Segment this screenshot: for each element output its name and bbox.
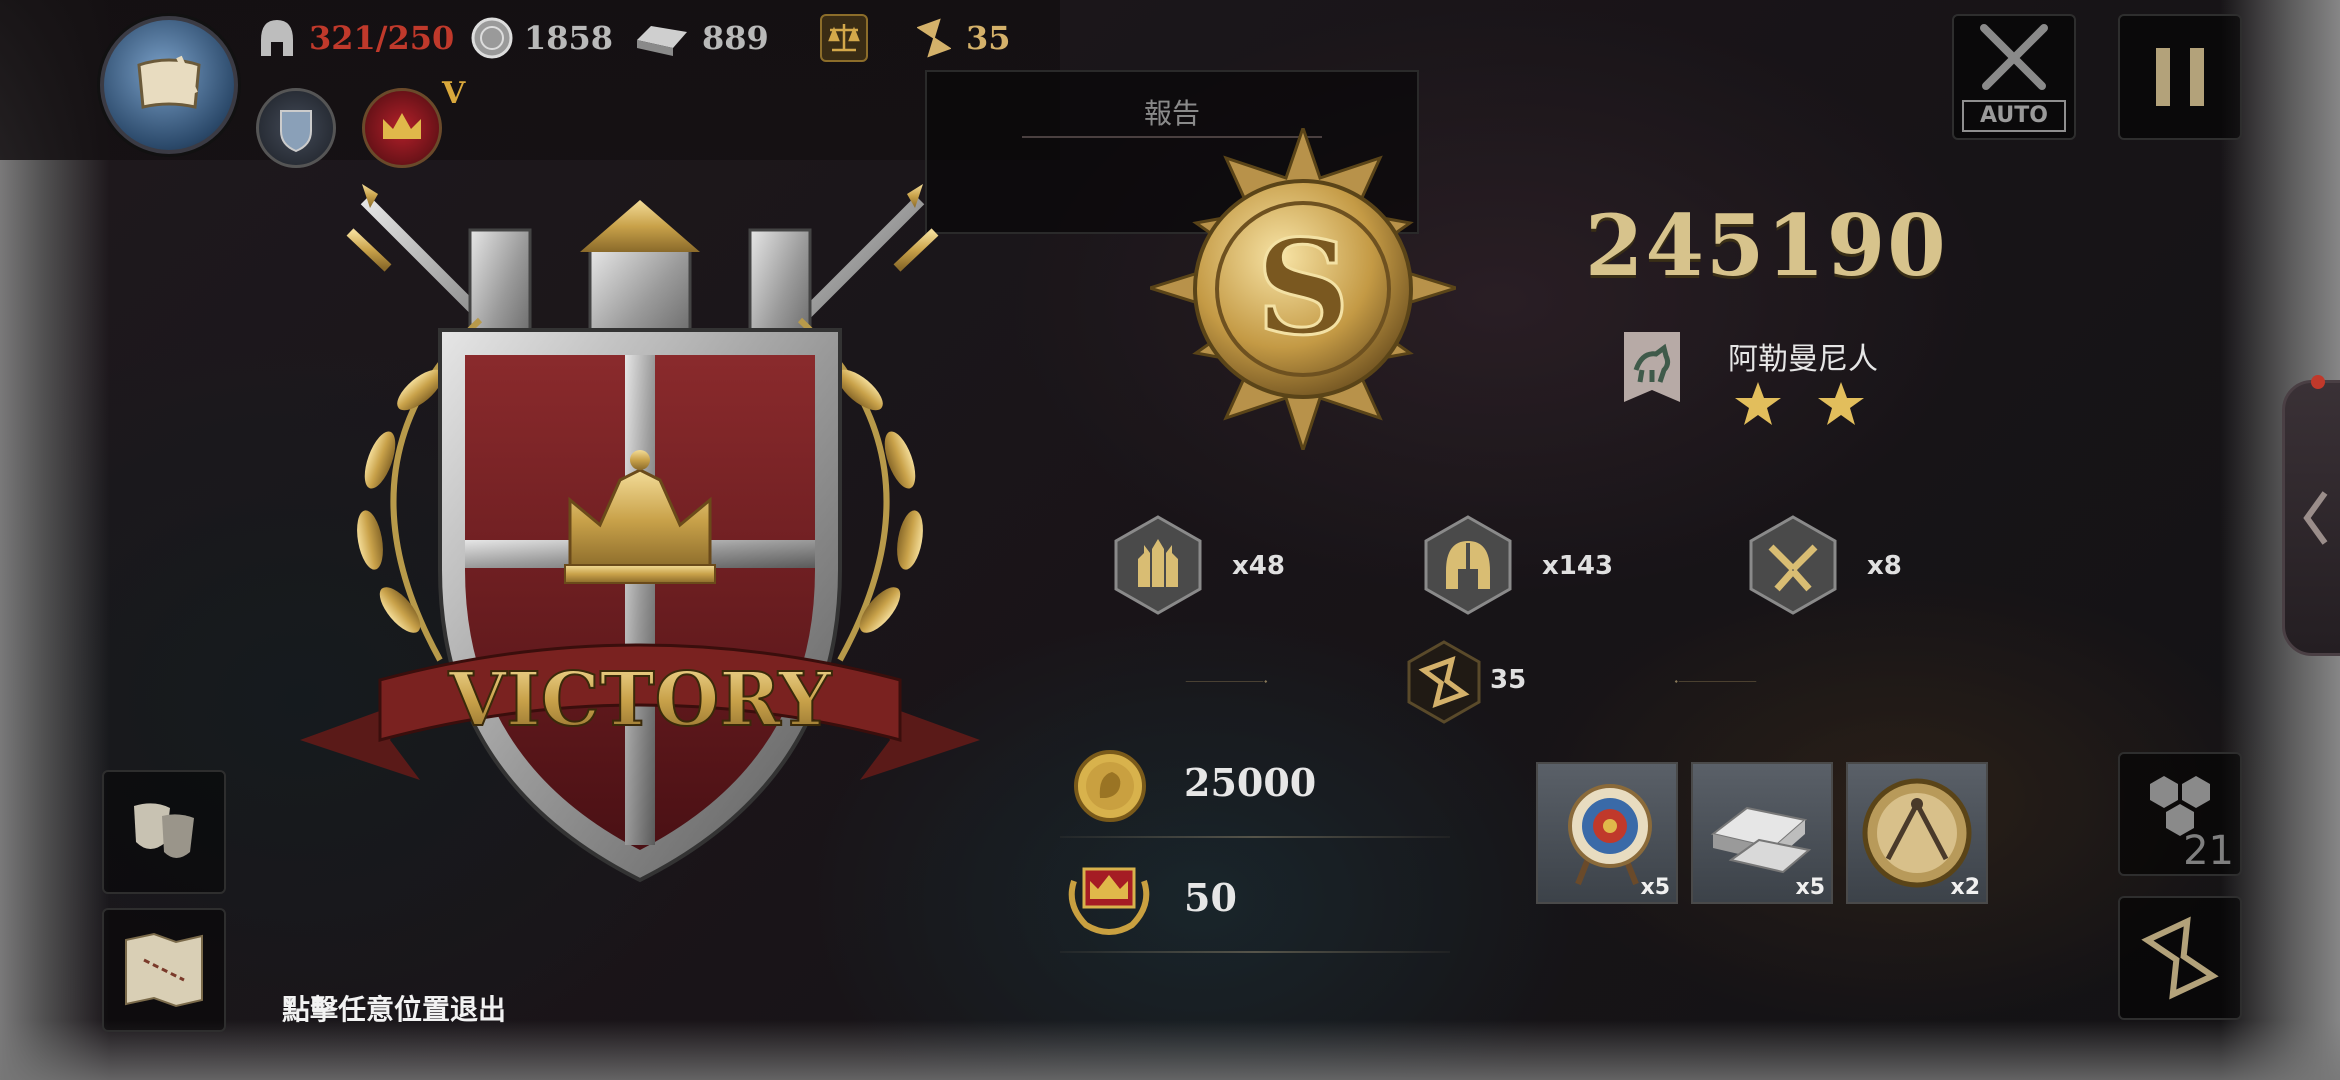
reward-gold-value: 25000 [1184,760,1317,805]
crown-badge-icon[interactable] [362,88,442,168]
top-hud: 321/250 1858 889 35 V [0,0,1060,168]
iron-resource: 889 [632,14,769,62]
fog-left [0,0,110,1080]
gold-coin-icon [1074,750,1146,822]
report-title: 報告 [1143,97,1200,130]
troops-value: 321/250 [309,19,455,57]
victory-emblem: VICTORY [300,184,980,883]
stat-soldiers-value: x143 [1542,551,1614,581]
auto-label: AUTO [1962,100,2066,132]
reward-honor: 50 [1060,845,1450,953]
general-portrait[interactable] [100,16,238,154]
iron-value: 889 [702,19,769,57]
auto-battle-button[interactable]: AUTO [1952,14,2076,140]
hourglass-icon [2141,916,2219,1000]
reward-item-ingot[interactable]: x5 [1691,762,1833,904]
reward-separator [1060,951,1450,953]
chevron-left-icon [2303,491,2328,545]
castle-icon [1114,515,1202,615]
scroll-icon [137,55,201,109]
grade-medal: S [1150,128,1456,450]
helmet-icon [1424,515,1512,615]
scale-icon [820,14,868,62]
star-icon [1735,382,1781,425]
hex-tiles-button[interactable]: 21 [2118,752,2242,876]
theater-button[interactable] [102,770,226,894]
victory-text: VICTORY [448,657,833,743]
hourglass-resource: 35 [912,14,1011,62]
rank-mark: V [442,76,466,111]
hex-count: 21 [2183,828,2234,874]
shield-badge-icon[interactable] [256,88,336,168]
reward-gold: 25000 [1060,730,1450,838]
hourglass-button[interactable] [2118,896,2242,1020]
theater-masks-icon [134,803,194,858]
faction-banner-icon [1624,332,1680,402]
broken-swords-icon [1749,515,1837,615]
reward-separator [1060,836,1450,838]
treasure-map-icon [125,932,203,1008]
honor-crown-icon [1068,867,1150,935]
crossed-swords-icon [1980,24,2048,90]
notification-dot [2311,375,2325,389]
divider-right [1674,680,1757,683]
star-icon [1818,382,1864,425]
reward-item-qty: x2 [1950,875,1981,900]
silver-value: 1858 [524,19,614,57]
reward-item-compass[interactable]: x2 [1846,762,1988,904]
silver-coin-icon [470,16,514,60]
reward-item-target[interactable]: x5 [1536,762,1678,904]
score-value: 245190 [1585,196,1948,295]
scale-resource[interactable] [820,14,878,62]
iron-ingot-small-icon [632,16,692,60]
fog-bottom [0,1020,2340,1080]
troops-resource: 321/250 [255,14,454,62]
reward-item-qty: x5 [1795,875,1826,900]
hourglass-icon [1407,640,1481,724]
grade-letter: S [1256,211,1350,364]
side-drawer-tab[interactable] [2282,375,2340,656]
silver-resource: 1858 [470,14,613,62]
helmet-icon [255,16,299,60]
battle-map-background[interactable]: 321/250 1858 889 35 V 報告 AUTO 點擊任意位置退出 2… [0,0,2340,1080]
turns-value: 35 [1490,665,1527,695]
reward-item-qty: x5 [1640,875,1671,900]
pause-button[interactable] [2118,14,2242,140]
stat-castles-value: x48 [1232,551,1285,581]
divider-left [1185,680,1268,683]
exit-hint-text: 點擊任意位置退出 [282,993,507,1026]
reward-honor-value: 50 [1184,875,1237,920]
faction-name: 阿勒曼尼人 [1728,342,1878,377]
hourglass-value: 35 [966,19,1011,57]
map-button[interactable] [102,908,226,1032]
stat-weapons-value: x8 [1867,551,1902,581]
pause-icon [2156,48,2204,106]
hourglass-icon [912,16,956,60]
